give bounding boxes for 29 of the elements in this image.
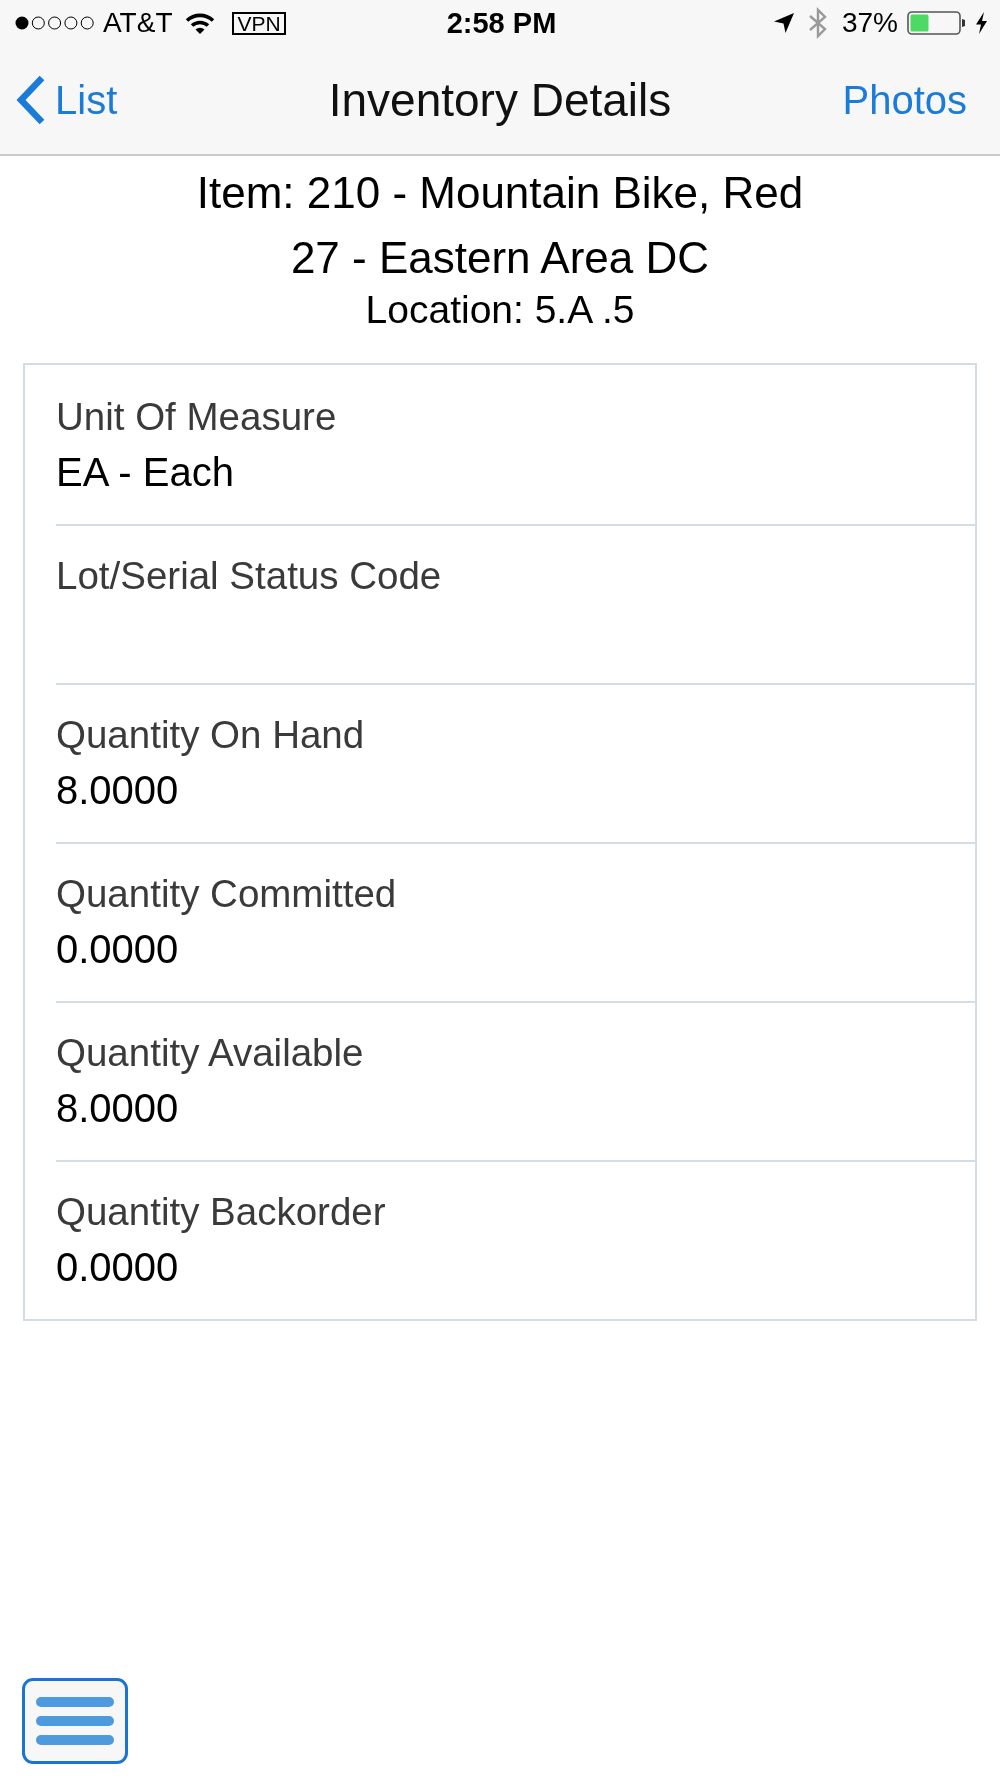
field-label: Quantity On Hand — [56, 712, 366, 758]
field-value: 0.0000 — [56, 926, 180, 972]
location-arrow-icon — [772, 12, 795, 34]
field-value: 8.0000 — [56, 1085, 180, 1131]
wifi-icon — [185, 12, 216, 34]
battery-percent: 37% — [841, 7, 898, 39]
vpn-badge: VPN — [232, 11, 286, 35]
field-value: 0.0000 — [56, 1244, 180, 1290]
battery-icon — [907, 11, 967, 35]
location-text: Location: 5.A .5 — [364, 288, 636, 332]
item-title: Item: 210 - Mountain Bike, Red — [195, 167, 805, 219]
menu-button[interactable] — [22, 1678, 128, 1764]
signal-strength-icon — [15, 16, 95, 30]
carrier-name: AT&T — [103, 7, 173, 39]
photos-button[interactable]: Photos — [842, 75, 967, 125]
field-value: 8.0000 — [56, 767, 180, 813]
back-button[interactable]: List — [16, 75, 118, 125]
field-label: Lot/Serial Status Code — [56, 553, 443, 599]
chevron-left-icon — [16, 75, 46, 125]
field-value: EA - Each — [56, 449, 235, 495]
menu-icon — [36, 1697, 114, 1745]
field-label: Quantity Committed — [56, 871, 398, 917]
status-time: 2:58 PM — [446, 7, 557, 39]
bluetooth-icon — [807, 7, 828, 39]
field-label: Quantity Available — [56, 1030, 365, 1076]
branch-title: 27 - Eastern Area DC — [289, 232, 711, 284]
screen-title: Inventory Details — [328, 73, 672, 127]
field-label: Unit Of Measure — [56, 394, 338, 440]
field-label: Quantity Backorder — [56, 1189, 387, 1235]
